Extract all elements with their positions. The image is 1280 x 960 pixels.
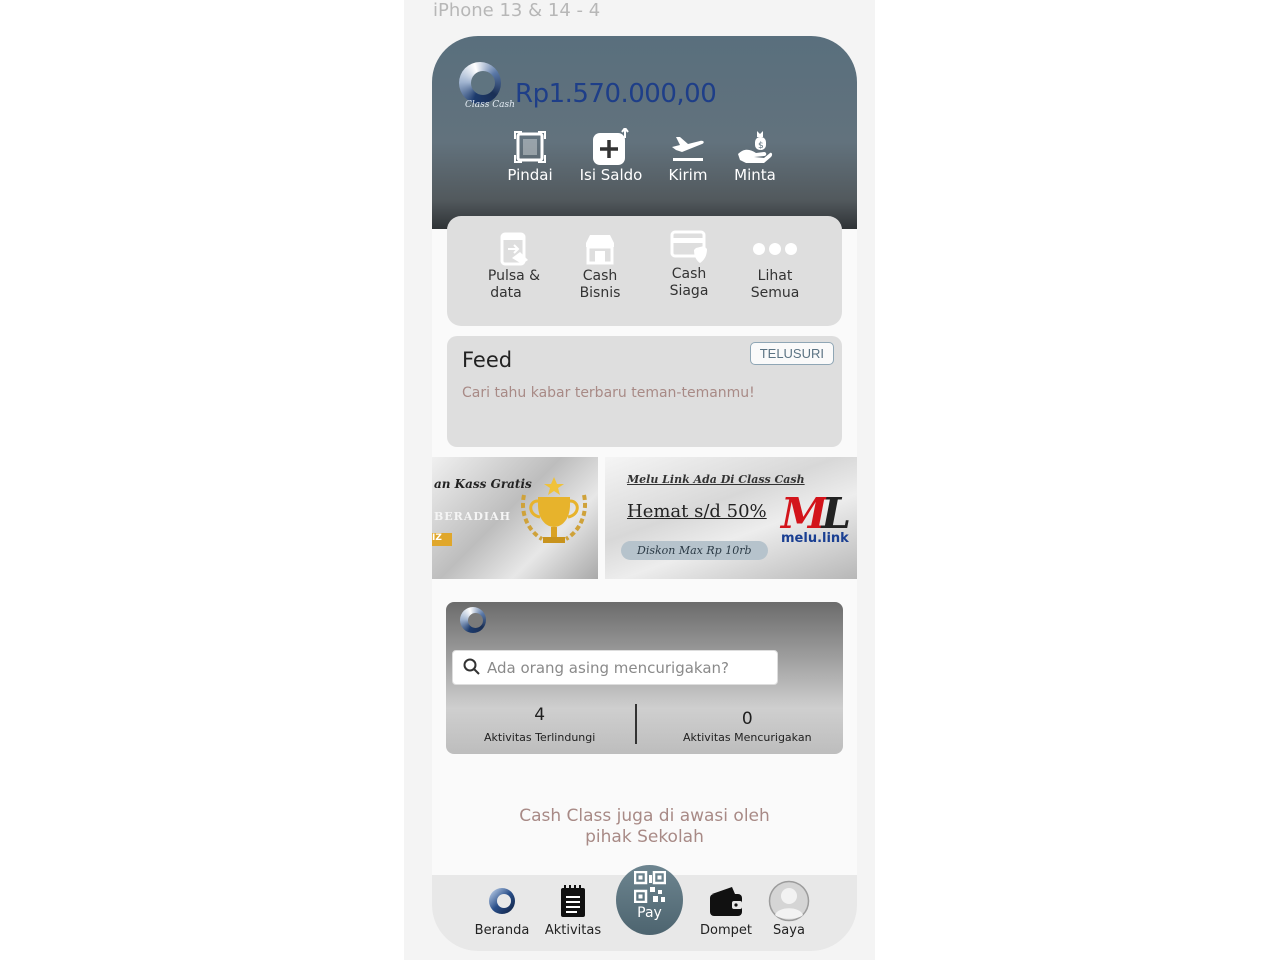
banner-offer: Hemat s/d 50% <box>627 501 767 522</box>
nav-home[interactable]: Beranda <box>467 883 537 938</box>
stat-value: 0 <box>741 709 753 729</box>
top-up-icon <box>571 128 651 166</box>
banner-discount-pill: Diskon Max Rp 10rb <box>621 541 768 560</box>
header: Class Cash Rp1.570.000,00 Pindai Isi Sal… <box>432 36 857 229</box>
svg-text:$: $ <box>758 141 764 151</box>
report-search-input[interactable] <box>487 651 772 684</box>
nav-label: Aktivitas <box>544 923 602 938</box>
service-cash-bisnis[interactable]: Cash Bisnis <box>560 230 640 302</box>
notepad-icon <box>538 883 608 919</box>
banner-subtitle: BERADIAH <box>434 510 511 523</box>
search-icon <box>463 658 481 680</box>
security-card: 4 Aktivitas Terlindungi 0 Aktivitas Menc… <box>446 602 843 754</box>
avatar-icon <box>754 880 824 922</box>
service-label-line2: Semua <box>750 285 800 301</box>
notice-line1: Cash Class juga di awasi oleh <box>519 806 770 826</box>
hand-money-icon: $ <box>715 128 795 166</box>
scan-icon <box>490 128 570 166</box>
top-up-label: Isi Saldo <box>579 166 643 184</box>
promo-banner-free-cash[interactable]: an Kass Gratis BERADIAH IZ <box>432 457 598 579</box>
nav-label: Beranda <box>474 923 530 938</box>
stat-caption: Aktivitas Mencurigakan <box>683 731 812 744</box>
service-label-line1: Cash <box>671 266 707 282</box>
scan-label: Pindai <box>507 166 553 184</box>
trophy-icon <box>514 475 594 554</box>
service-label-line1: Cash <box>582 268 618 284</box>
security-logo <box>458 605 488 639</box>
store-icon <box>560 230 640 268</box>
nav-label: Dompet <box>700 923 752 938</box>
balance-amount: Rp1.570.000,00 <box>515 79 717 109</box>
services-card: Pulsa & data Cash Bisnis Cash Siaga Liha… <box>447 216 842 326</box>
melu-link-logo-text: melu.link <box>781 531 849 546</box>
pay-button[interactable]: Pay <box>616 865 683 935</box>
home-logo-icon <box>467 883 537 919</box>
frame-label: iPhone 13 & 14 - 4 <box>433 0 601 21</box>
banner-headline: Melu Link Ada Di Class Cash <box>627 473 805 486</box>
request-label: Minta <box>734 166 776 184</box>
app-logo[interactable]: Class Cash <box>456 60 515 114</box>
logo-ring-icon <box>459 62 501 104</box>
nav-wallet[interactable]: Dompet <box>691 883 761 938</box>
phone-credit-icon <box>474 230 554 268</box>
explore-button[interactable]: TELUSURI <box>749 342 834 365</box>
nav-activity[interactable]: Aktivitas <box>538 883 608 938</box>
stat-value: 4 <box>534 705 546 725</box>
qr-code-icon <box>616 865 683 903</box>
logo-ring-icon <box>460 607 486 633</box>
stat-caption: Aktivitas Terlindungi <box>484 731 596 744</box>
banner-tag: IZ <box>432 533 452 546</box>
more-dots-icon <box>735 230 815 268</box>
service-label-line1: Pulsa & <box>487 268 541 284</box>
promo-banner-carousel[interactable]: an Kass Gratis BERADIAH IZ Melu Link Ada… <box>432 457 857 579</box>
card-shield-icon <box>649 228 729 266</box>
nav-profile[interactable]: Saya <box>754 880 824 938</box>
scan-button[interactable]: Pindai <box>490 128 570 184</box>
top-up-button[interactable]: Isi Saldo <box>571 128 651 184</box>
request-button[interactable]: $ Minta <box>715 128 795 184</box>
design-canvas: iPhone 13 & 14 - 4 Class Cash Rp1.570.00… <box>404 0 875 960</box>
service-see-all[interactable]: Lihat Semua <box>735 230 815 302</box>
bottom-nav: Beranda Aktivitas Pay Dompet Saya <box>432 865 857 951</box>
stat-suspicious[interactable]: 0 Aktivitas Mencurigakan <box>683 709 812 744</box>
stat-divider <box>635 704 637 744</box>
service-label-line2: Siaga <box>669 283 709 299</box>
nav-label: Saya <box>773 923 805 938</box>
pay-label: Pay <box>637 905 662 921</box>
stat-protected[interactable]: 4 Aktivitas Terlindungi <box>484 705 595 744</box>
notice-line2: pihak Sekolah <box>585 827 704 847</box>
service-cash-siaga[interactable]: Cash Siaga <box>649 228 729 300</box>
phone-screen: Class Cash Rp1.570.000,00 Pindai Isi Sal… <box>432 36 857 951</box>
school-notice: Cash Class juga di awasi oleh pihak Seko… <box>432 806 857 848</box>
service-pulsa-data[interactable]: Pulsa & data <box>474 230 554 302</box>
logo-text: Class Cash <box>465 100 515 110</box>
feed-card[interactable]: Feed TELUSURI Cari tahu kabar terbaru te… <box>447 336 842 447</box>
feed-title: Feed <box>462 348 513 372</box>
report-search-bar[interactable] <box>452 650 778 685</box>
service-label-line2: Bisnis <box>579 285 621 301</box>
feed-subtitle: Cari tahu kabar terbaru teman-temanmu! <box>462 385 755 401</box>
promo-banner-melu-link[interactable]: Melu Link Ada Di Class Cash Hemat s/d 50… <box>605 457 857 579</box>
service-label-line2: data <box>490 285 522 301</box>
service-label-line1: Lihat <box>757 268 793 284</box>
wallet-icon <box>691 883 761 919</box>
